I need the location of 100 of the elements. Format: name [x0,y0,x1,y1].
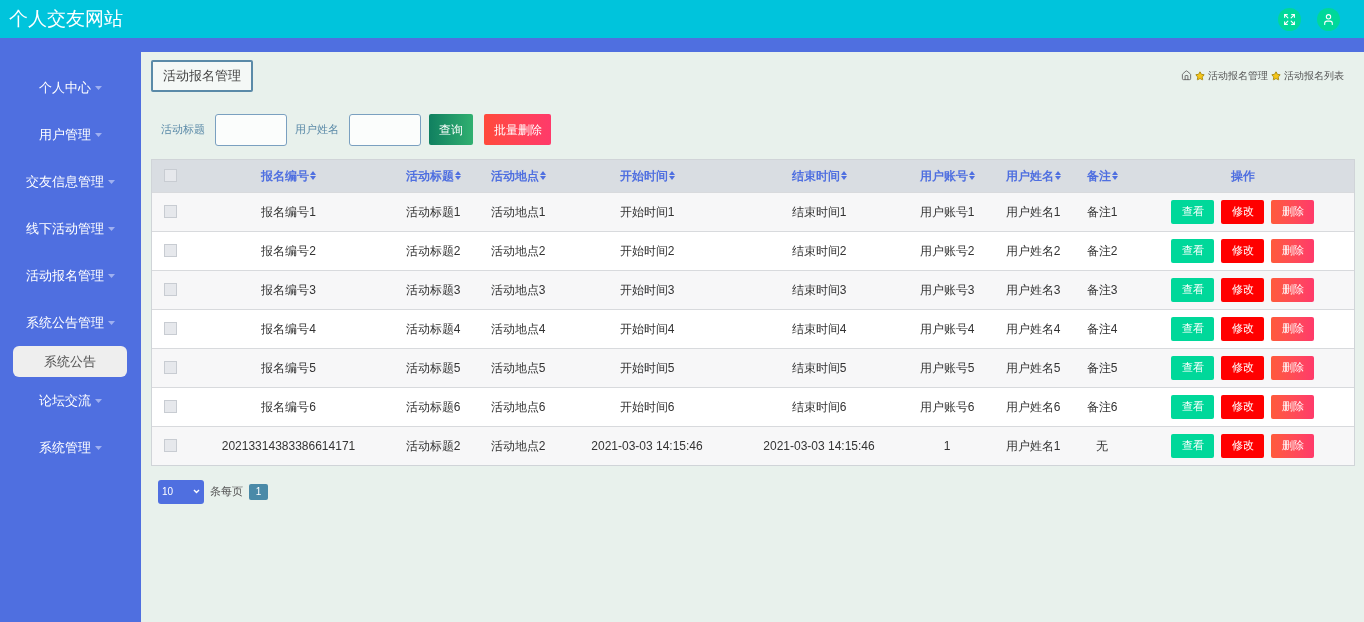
table-cell-text: 活动标题6 [405,398,461,416]
action-button[interactable]: 删除 [1271,316,1314,341]
table-cell-text: 用户姓名1 [1005,203,1061,221]
column-header[interactable]: 操作 [1230,166,1255,185]
table-cell-text: 报名编号5 [261,359,316,377]
action-button[interactable]: 查看 [1171,433,1214,458]
checkbox[interactable] [163,169,177,182]
action-button[interactable]: 查看 [1171,199,1214,224]
table-cell-text: 结束时间6 [791,398,847,416]
sidebar-item[interactable]: 系统公告管理 [25,299,115,346]
sort-icon [668,171,675,180]
fullscreen-button[interactable] [1278,7,1301,31]
page-button[interactable]: 1 [249,483,268,500]
table-cell-text: 用户姓名5 [1005,359,1061,377]
action-button[interactable]: 修改 [1221,433,1264,458]
action-button[interactable]: 删除 [1271,433,1314,458]
search-field[interactable] [215,113,287,146]
table-cell-text: 开始时间4 [619,320,675,338]
checkbox[interactable] [163,322,177,335]
table-cell-text: 活动标题1 [405,203,461,221]
table-cell-text: 活动标题3 [405,281,461,299]
query-button[interactable]: 查询 [429,114,473,145]
table-cell-text: 活动标题2 [405,242,461,260]
caret-icon [94,398,102,403]
column-header[interactable]: 用户账号 [919,166,968,185]
action-button[interactable]: 查看 [1171,238,1214,263]
table-cell-text: 备注3 [1086,281,1118,299]
column-header[interactable]: 报名编号 [261,166,309,185]
search-field[interactable] [349,113,421,146]
checkbox[interactable] [163,283,177,296]
star-icon [1195,70,1205,81]
breadcrumb-item[interactable]: 活动报名列表 [1284,68,1344,84]
action-button[interactable]: 修改 [1221,277,1264,302]
batch-delete-button[interactable]: 批量删除 [484,114,551,145]
table-cell-text: 活动标题4 [405,320,461,338]
table-cell-text: 活动地点1 [490,203,546,221]
checkbox[interactable] [163,205,177,218]
column-header[interactable]: 开始时间 [619,166,668,185]
table-cell-text: 开始时间1 [619,203,675,221]
user-button[interactable] [1317,7,1340,31]
table-cell-text: 用户账号2 [919,242,975,260]
action-button[interactable]: 删除 [1271,199,1314,224]
action-button[interactable]: 查看 [1171,355,1214,380]
column-header[interactable]: 备注 [1086,166,1111,185]
table-cell-text: 活动地点5 [490,359,546,377]
table-cell-text: 活动地点4 [490,320,546,338]
table-cell-text: 活动地点6 [490,398,546,416]
sort-icon [968,171,975,180]
sort-icon [454,171,461,180]
caret-icon [107,226,115,231]
action-button[interactable]: 删除 [1271,238,1314,263]
table-cell-text: 活动地点2 [490,437,546,455]
page-size-select[interactable]: 10 [158,479,204,504]
sort-icon [840,171,847,180]
site-title: 个人交友网站 [9,6,123,31]
action-button[interactable]: 修改 [1221,394,1264,419]
column-header[interactable]: 用户姓名 [1005,166,1054,185]
action-button[interactable]: 修改 [1221,355,1264,380]
checkbox[interactable] [163,361,177,374]
table-cell-text: 用户姓名2 [1005,242,1061,260]
action-button[interactable]: 修改 [1221,199,1264,224]
checkbox[interactable] [163,244,177,257]
sidebar-item[interactable]: 活动报名管理 [25,252,115,299]
column-header[interactable]: 活动标题 [405,166,454,185]
table-cell-text: 活动标题5 [405,359,461,377]
action-button[interactable]: 查看 [1171,394,1214,419]
table-cell-text: 开始时间6 [619,398,675,416]
sidebar-item[interactable]: 交友信息管理 [25,158,115,205]
sidebar-subitem[interactable]: 系统公告 [13,346,127,377]
sort-icon [539,171,546,180]
checkbox[interactable] [163,400,177,413]
table-cell-text: 报名编号4 [261,320,316,338]
action-button[interactable]: 删除 [1271,355,1314,380]
caret-icon [94,85,102,90]
sidebar-item[interactable]: 用户管理 [38,111,102,158]
checkbox[interactable] [163,439,177,452]
table-cell-text: 报名编号2 [261,242,316,260]
caret-icon [94,445,102,450]
star-icon [1271,70,1281,81]
action-button[interactable]: 修改 [1221,316,1264,341]
action-button[interactable]: 查看 [1171,277,1214,302]
table-cell-text: 用户账号5 [919,359,975,377]
action-button[interactable]: 查看 [1171,316,1214,341]
sidebar-item[interactable]: 线下活动管理 [25,205,115,252]
table-cell-text: 报名编号3 [261,281,316,299]
table-cell-text: 1 [943,437,951,455]
sidebar-item[interactable]: 个人中心 [38,64,102,111]
column-header[interactable]: 结束时间 [791,166,840,185]
caret-icon [94,132,102,137]
sidebar-item[interactable]: 系统管理 [38,424,102,471]
table-cell-text: 报名编号1 [261,203,316,221]
action-button[interactable]: 删除 [1271,394,1314,419]
user-icon [1322,12,1335,26]
sidebar-item[interactable]: 论坛交流 [38,377,102,424]
action-button[interactable]: 删除 [1271,277,1314,302]
field-label: 用户姓名 [295,122,339,138]
action-button[interactable]: 修改 [1221,238,1264,263]
column-header[interactable]: 活动地点 [490,166,539,185]
breadcrumb-item[interactable]: 活动报名管理 [1208,68,1268,84]
table-cell-text: 用户姓名4 [1005,320,1061,338]
